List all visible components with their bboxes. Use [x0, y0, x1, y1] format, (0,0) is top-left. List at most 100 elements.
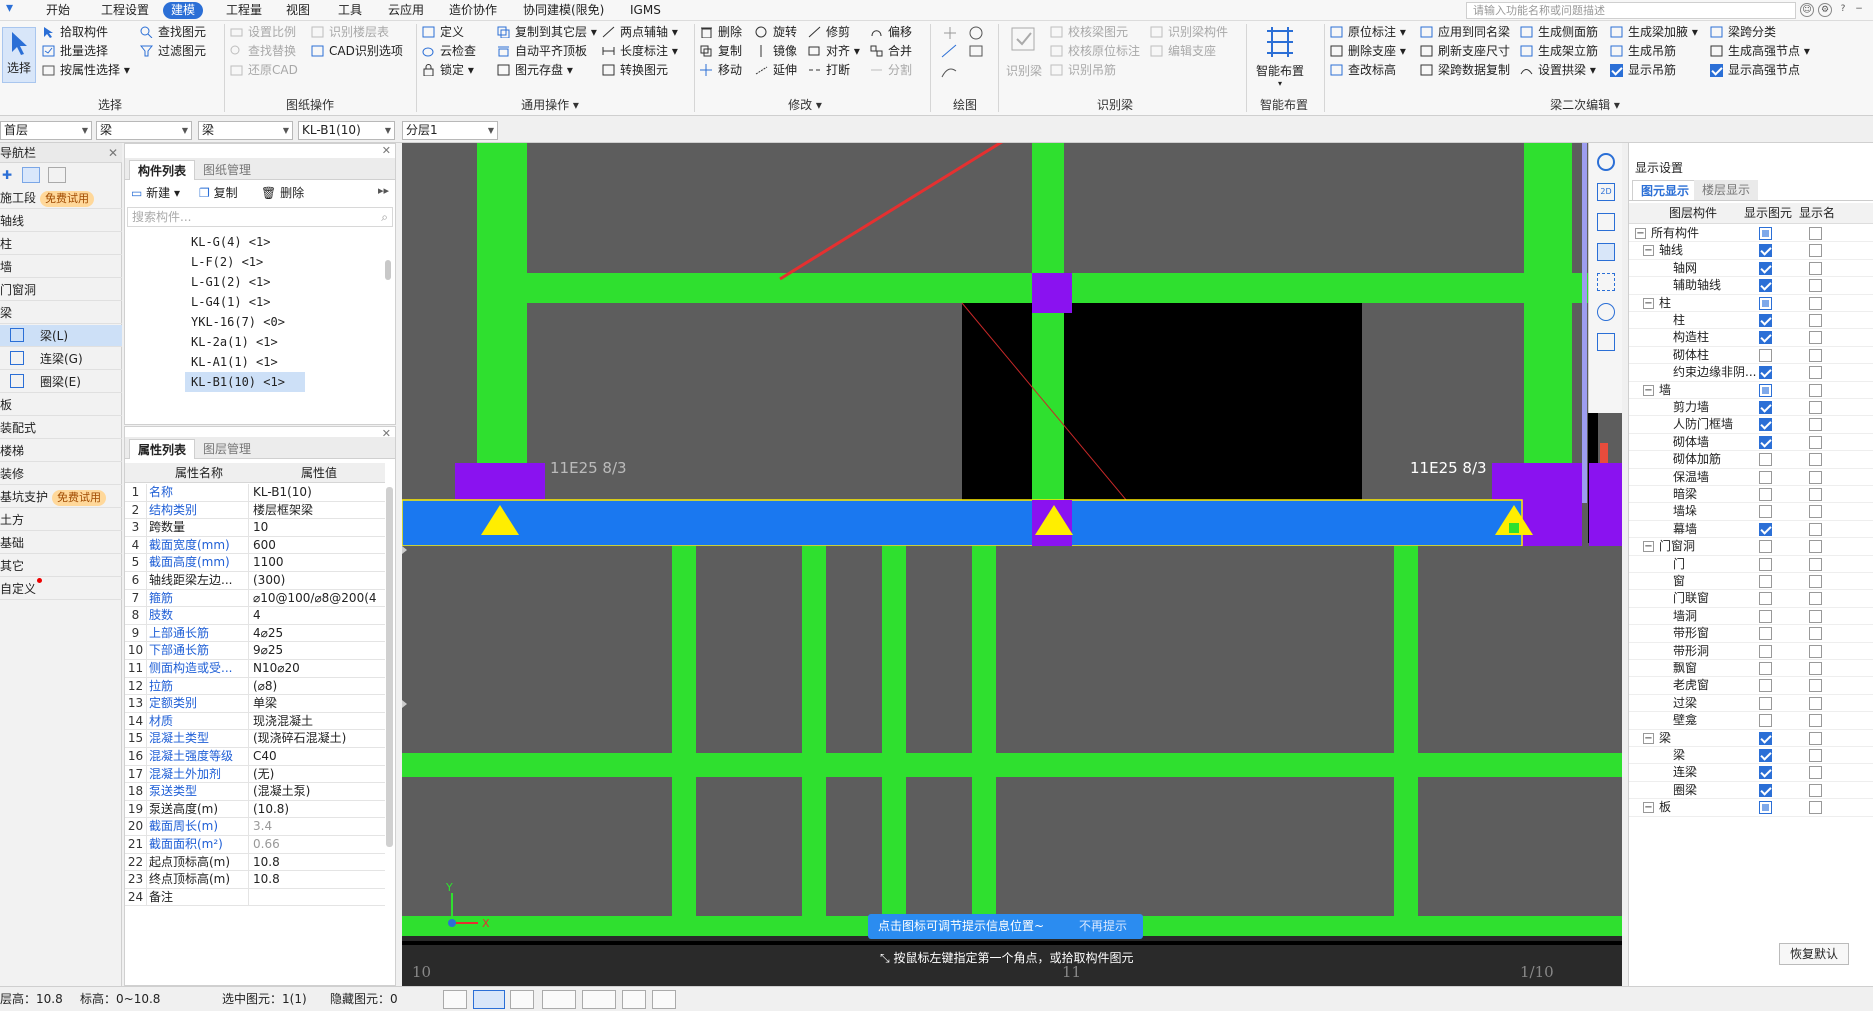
property-row[interactable]: 20 截面周长(m) 3.4 — [125, 818, 385, 836]
property-value[interactable]: 0.66 — [253, 836, 385, 854]
collapse-icon[interactable]: − — [1643, 384, 1654, 396]
show-element-checkbox[interactable] — [1759, 714, 1772, 728]
collapse-icon[interactable]: − — [1643, 732, 1654, 744]
property-row[interactable]: 2 结构类别 楼层框架梁 — [125, 501, 385, 520]
two-point-axis-button[interactable]: 两点辅轴 ▾ — [602, 23, 678, 41]
show-name-checkbox[interactable] — [1809, 348, 1822, 362]
store-drawing-button[interactable]: 图元存盘 ▾ — [497, 61, 573, 79]
property-row[interactable]: 13 定额类别 单梁 — [125, 695, 385, 713]
tab-property-list[interactable]: 属性列表 — [129, 439, 196, 459]
show-name-checkbox[interactable] — [1809, 696, 1822, 710]
show-element-checkbox[interactable] — [1759, 453, 1772, 467]
select-by-attr-button[interactable]: 按属性选择 ▾ — [42, 61, 130, 79]
show-name-checkbox[interactable] — [1809, 575, 1822, 588]
identify-floor-table-button[interactable]: 识别楼层表 — [311, 23, 389, 41]
dismiss-tip-button[interactable]: 不再提示 — [1079, 914, 1127, 939]
floor-plan-drawing[interactable]: 11E25 8/3 11E25 8/3 10 11 1/10 Y X — [402, 143, 1622, 986]
show-element-checkbox[interactable] — [1759, 314, 1772, 327]
property-row[interactable]: 24 备注 — [125, 888, 385, 907]
show-element-checkbox[interactable] — [1759, 522, 1772, 536]
menu-tools[interactable]: 工具 — [338, 2, 362, 19]
property-value[interactable]: 10 — [253, 519, 385, 537]
define-button[interactable]: 定义 — [422, 23, 464, 41]
property-value[interactable]: 10.8 — [253, 854, 385, 872]
property-row[interactable]: 14 材质 现浇混凝土 — [125, 712, 385, 731]
expand-icon[interactable]: ✚ — [2, 168, 12, 182]
rotate-button[interactable]: 旋转 — [755, 23, 797, 41]
nav-item[interactable]: 墙 — [0, 256, 122, 278]
component-list-item[interactable]: KL-G(4) <1> — [191, 232, 270, 252]
nav-item[interactable]: 装配式 — [0, 417, 122, 439]
property-value[interactable]: 1100 — [253, 554, 385, 572]
layer-select[interactable]: 分层1 ▼ — [402, 121, 498, 140]
property-row[interactable]: 5 截面高度(mm) 1100 — [125, 554, 385, 572]
close-icon[interactable]: ✕ — [108, 143, 118, 163]
show-element-checkbox[interactable] — [1759, 575, 1772, 588]
nav-item[interactable]: 基础 — [0, 532, 122, 554]
ortho-toggle-icon[interactable] — [443, 990, 467, 1009]
cube-view-icon[interactable] — [1597, 243, 1615, 261]
component-list-item[interactable]: KL-A1(1) <1> — [191, 352, 278, 372]
menu-collab-modeling[interactable]: 协同建模(限免) — [523, 2, 604, 19]
delete-button[interactable]: 删除 — [700, 23, 742, 41]
span-data-copy-button[interactable]: 梁跨数据复制 — [1420, 61, 1510, 79]
restore-cad-button[interactable]: 还原CAD — [230, 61, 298, 79]
show-element-checkbox[interactable] — [1759, 766, 1772, 780]
nav-item[interactable]: 土方 — [0, 509, 122, 531]
menu-cloud[interactable]: 云应用 — [388, 2, 424, 19]
show-element-checkbox[interactable] — [1759, 801, 1772, 815]
component-search-input[interactable]: 搜索构件... ⌕ — [127, 207, 393, 227]
show-element-checkbox[interactable] — [1759, 696, 1772, 710]
show-element-checkbox[interactable] — [1759, 418, 1772, 432]
show-element-checkbox[interactable] — [1759, 731, 1772, 745]
property-row[interactable]: 11 侧面构造或受... N10⌀20 — [125, 660, 385, 678]
property-scrollbar[interactable] — [386, 487, 393, 847]
show-name-checkbox[interactable] — [1809, 679, 1822, 693]
apply-same-name-button[interactable]: 应用到同名梁 — [1420, 23, 1510, 41]
property-value[interactable]: N10⌀20 — [253, 660, 385, 678]
collapse-icon[interactable]: − — [1643, 245, 1654, 257]
show-name-checkbox[interactable] — [1809, 383, 1822, 397]
user-icon[interactable]: ☺ — [1800, 3, 1814, 17]
show-element-checkbox[interactable] — [1759, 227, 1772, 240]
copy-button[interactable]: 复制 — [700, 42, 742, 60]
show-name-checkbox[interactable] — [1809, 540, 1822, 554]
show-element-checkbox[interactable] — [1759, 627, 1772, 641]
component-select[interactable]: KL-B1(10) ▼ — [298, 121, 395, 140]
collapse-icon[interactable]: − — [1643, 297, 1654, 309]
mirror-button[interactable]: 镜像 — [755, 42, 797, 60]
nav-item[interactable]: 柱 — [0, 233, 122, 255]
trim-button[interactable]: 修剪 — [808, 23, 850, 41]
find-replace-button[interactable]: 查找替换 — [230, 42, 296, 60]
property-value[interactable]: 10.8 — [253, 871, 385, 889]
show-element-checkbox[interactable] — [1759, 348, 1772, 362]
show-name-checkbox[interactable] — [1809, 296, 1822, 310]
show-name-checkbox[interactable] — [1809, 766, 1822, 780]
show-name-checkbox[interactable] — [1809, 314, 1822, 327]
property-value[interactable]: 现浇混凝土 — [253, 713, 385, 731]
show-name-checkbox[interactable] — [1809, 418, 1822, 432]
gen-haunch-button[interactable]: 生成梁加腋 ▾ — [1610, 23, 1698, 41]
show-element-checkbox[interactable] — [1759, 296, 1772, 310]
tab-floor-display[interactable]: 楼层显示 — [1694, 180, 1759, 200]
property-row[interactable]: 4 截面宽度(mm) 600 — [125, 536, 385, 555]
show-element-checkbox[interactable] — [1759, 783, 1772, 797]
menu-modeling[interactable]: 建模 — [163, 2, 204, 19]
show-element-checkbox[interactable] — [1759, 557, 1772, 571]
nav-item[interactable]: 自定义 — [0, 578, 122, 600]
property-row[interactable]: 22 起点顶标高(m) 10.8 — [125, 853, 385, 872]
show-element-checkbox[interactable] — [1759, 261, 1772, 275]
menu-view[interactable]: 视图 — [286, 2, 310, 19]
settings-view-icon[interactable] — [1597, 303, 1615, 321]
nav-item[interactable]: 连梁(G) — [0, 348, 122, 370]
property-value[interactable]: (⌀8) — [253, 678, 385, 696]
restore-default-button[interactable]: 恢复默认 — [1779, 943, 1849, 965]
show-name-checkbox[interactable] — [1809, 470, 1822, 484]
gen-hanger-button[interactable]: 生成吊筋 — [1610, 42, 1676, 60]
property-row[interactable]: 17 混凝土外加剂 (无) — [125, 765, 385, 784]
identify-beam-button[interactable]: 识别梁 — [1004, 25, 1044, 79]
in-place-mark-button[interactable]: 原位标注 ▾ — [1330, 23, 1406, 41]
draw-tools-icons[interactable] — [938, 25, 988, 85]
show-name-checkbox[interactable] — [1809, 801, 1822, 815]
property-value[interactable]: 600 — [253, 537, 385, 555]
